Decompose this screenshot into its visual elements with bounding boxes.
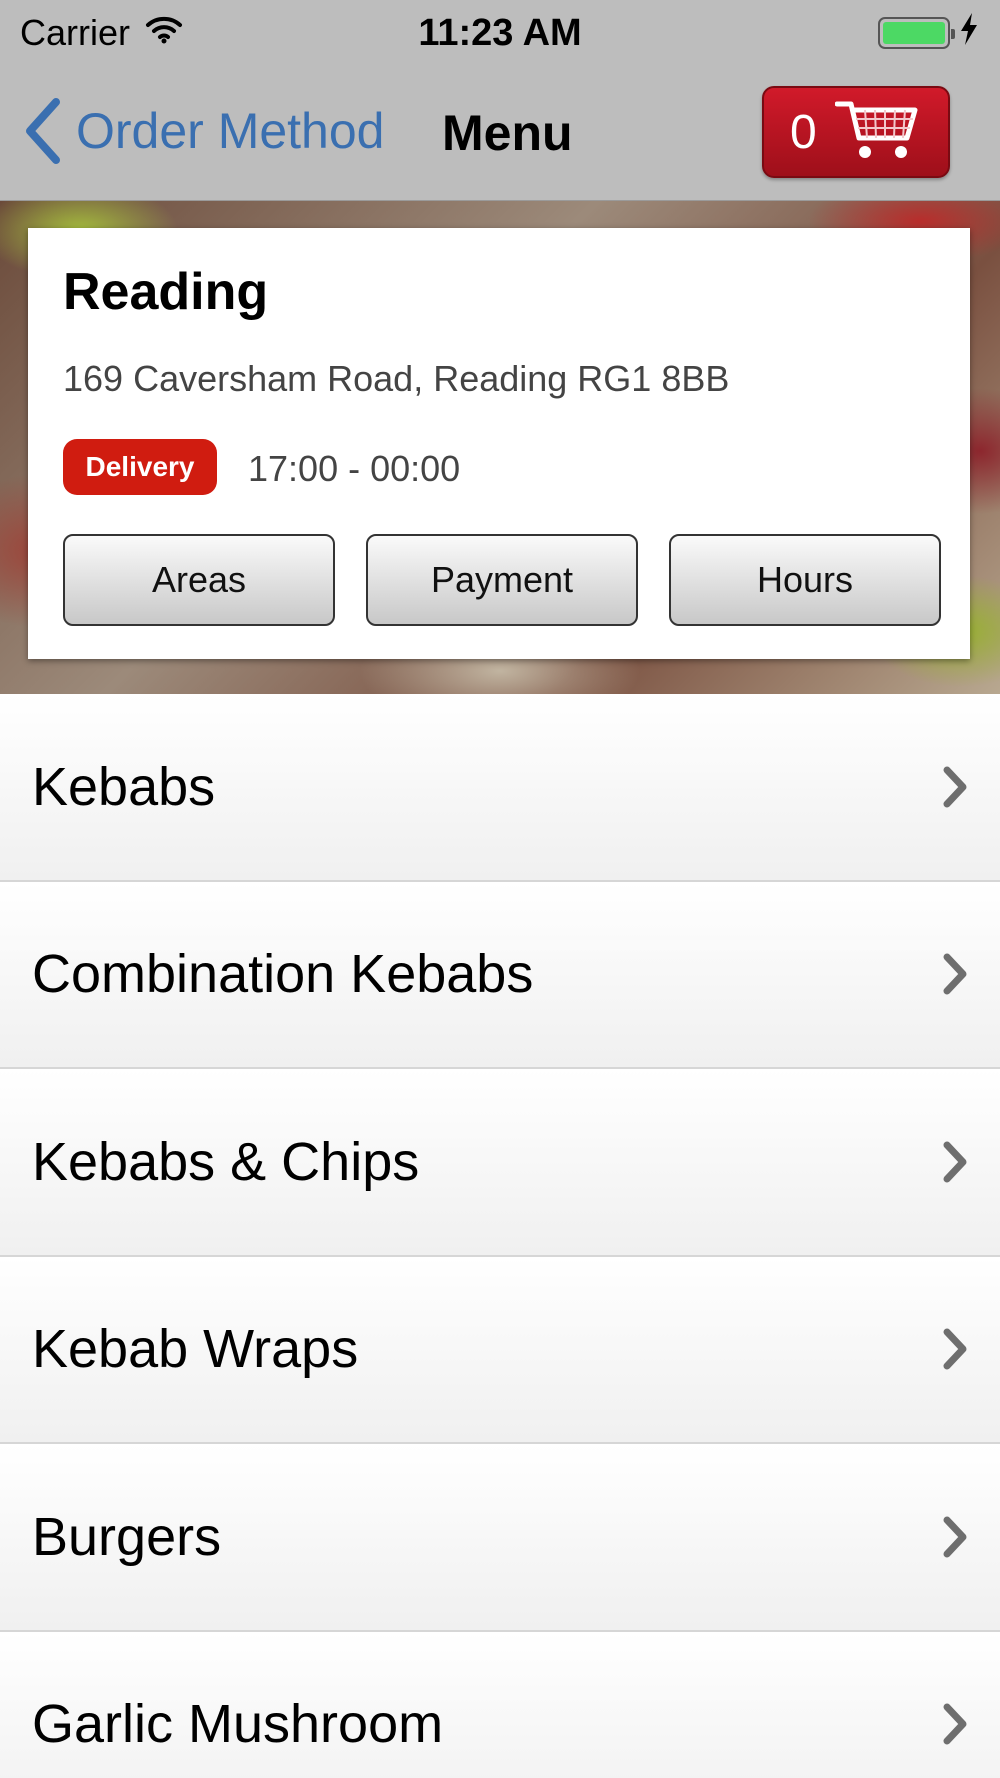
menu-item-burgers[interactable]: Burgers — [0, 1444, 1000, 1632]
status-left: Carrier — [20, 12, 184, 54]
store-address: 169 Caversham Road, Reading RG1 8BB — [63, 358, 730, 399]
back-button[interactable]: Order Method — [22, 96, 384, 166]
page-title: Menu — [442, 105, 573, 161]
status-right — [878, 12, 980, 55]
menu-item-label: Garlic Mushroom — [32, 1694, 444, 1755]
menu-item-label: Kebab Wraps — [32, 1319, 359, 1380]
menu-item-kebab-wraps[interactable]: Kebab Wraps — [0, 1256, 1000, 1444]
areas-button[interactable]: Areas — [63, 534, 335, 626]
menu-item-garlic-mushroom[interactable]: Garlic Mushroom — [0, 1631, 1000, 1778]
chevron-right-icon — [940, 1515, 970, 1559]
back-button-label: Order Method — [76, 103, 385, 159]
store-info-card: Reading 169 Caversham Road, Reading RG1 … — [28, 228, 970, 659]
menu-item-combination-kebabs[interactable]: Combination Kebabs — [0, 881, 1000, 1069]
menu-item-label: Combination Kebabs — [32, 944, 534, 1005]
menu-item-label: Kebabs & Chips — [32, 1131, 420, 1192]
hero-background: Reading 169 Caversham Road, Reading RG1 … — [0, 201, 1000, 694]
app-screen: Carrier 11:23 AM Order Method Menu 0 Rea… — [0, 0, 1000, 1778]
back-chevron-icon — [22, 96, 62, 166]
chevron-right-icon — [940, 765, 970, 809]
navigation-bar: Order Method Menu 0 — [0, 66, 1000, 201]
cart-count: 0 — [790, 105, 817, 159]
shopping-cart-icon — [834, 98, 919, 167]
battery-icon — [878, 17, 955, 49]
charging-bolt-icon — [958, 12, 980, 55]
wifi-icon — [144, 12, 184, 54]
chevron-right-icon — [940, 1327, 970, 1371]
chevron-right-icon — [940, 1702, 970, 1746]
payment-button[interactable]: Payment — [366, 534, 638, 626]
status-bar: Carrier 11:23 AM — [0, 0, 1000, 66]
hours-button[interactable]: Hours — [669, 534, 941, 626]
menu-item-kebabs-and-chips[interactable]: Kebabs & Chips — [0, 1069, 1000, 1257]
store-name: Reading — [63, 263, 269, 321]
cart-button[interactable]: 0 — [762, 86, 950, 178]
delivery-badge: Delivery — [63, 439, 217, 495]
menu-item-label: Burgers — [32, 1506, 222, 1567]
menu-category-list: Kebabs Combination Kebabs Kebabs & Chips… — [0, 694, 1000, 1778]
chevron-right-icon — [940, 952, 970, 996]
menu-item-kebabs[interactable]: Kebabs — [0, 694, 1000, 882]
delivery-hours: 17:00 - 00:00 — [248, 448, 461, 489]
carrier-label: Carrier — [20, 12, 131, 53]
chevron-right-icon — [940, 1140, 970, 1184]
battery-level — [883, 22, 945, 44]
menu-item-label: Kebabs — [32, 756, 216, 817]
